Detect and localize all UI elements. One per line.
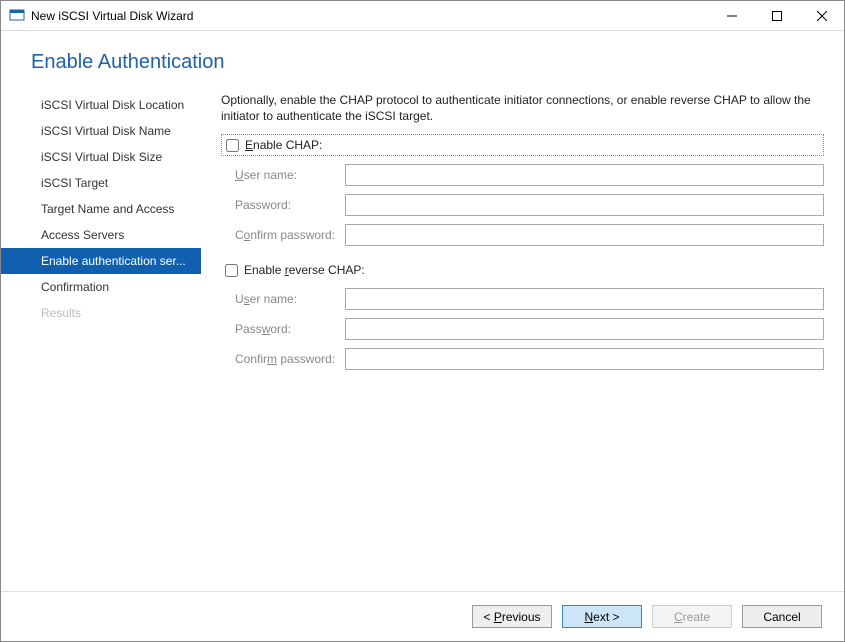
- enable-reverse-chap-checkbox[interactable]: [225, 264, 238, 277]
- chap-username-label: User name:: [235, 168, 345, 182]
- reverse-confirm-input[interactable]: [345, 348, 824, 370]
- chap-confirm-field: Confirm password:: [235, 224, 824, 246]
- reverse-username-field: User name:: [235, 288, 824, 310]
- step-confirmation[interactable]: Confirmation: [1, 274, 201, 300]
- reverse-chap-group: Enable reverse CHAP: User name: Password…: [221, 260, 824, 370]
- chap-password-input[interactable]: [345, 194, 824, 216]
- minimize-button[interactable]: [709, 1, 754, 31]
- body: iSCSI Virtual Disk Location iSCSI Virtua…: [1, 86, 844, 591]
- titlebar: New iSCSI Virtual Disk Wizard: [1, 1, 844, 31]
- chap-password-label: Password:: [235, 198, 345, 212]
- enable-reverse-chap-label: Enable reverse CHAP:: [244, 263, 365, 277]
- reverse-password-label: Password:: [235, 322, 345, 336]
- enable-chap-label: Enable CHAP:: [245, 138, 322, 152]
- enable-chap-row: Enable CHAP:: [221, 134, 824, 156]
- step-location[interactable]: iSCSI Virtual Disk Location: [1, 92, 201, 118]
- cancel-button[interactable]: Cancel: [742, 605, 822, 628]
- chap-username-input[interactable]: [345, 164, 824, 186]
- enable-reverse-chap-row: Enable reverse CHAP:: [221, 260, 824, 280]
- reverse-username-label: User name:: [235, 292, 345, 306]
- chap-username-field: User name:: [235, 164, 824, 186]
- reverse-confirm-label: Confirm password:: [235, 352, 345, 366]
- wizard-icon: [9, 8, 25, 24]
- enable-chap-checkbox[interactable]: [226, 139, 239, 152]
- reverse-confirm-field: Confirm password:: [235, 348, 824, 370]
- chap-confirm-input[interactable]: [345, 224, 824, 246]
- next-button[interactable]: Next >: [562, 605, 642, 628]
- content-area: Optionally, enable the CHAP protocol to …: [201, 86, 834, 591]
- previous-button[interactable]: < Previous: [472, 605, 552, 628]
- step-access-servers[interactable]: Access Servers: [1, 222, 201, 248]
- reverse-password-input[interactable]: [345, 318, 824, 340]
- step-target-name[interactable]: Target Name and Access: [1, 196, 201, 222]
- reverse-username-input[interactable]: [345, 288, 824, 310]
- page-header: Enable Authentication: [1, 31, 844, 86]
- step-size[interactable]: iSCSI Virtual Disk Size: [1, 144, 201, 170]
- chap-confirm-label: Confirm password:: [235, 228, 345, 242]
- maximize-button[interactable]: [754, 1, 799, 31]
- create-button: Create: [652, 605, 732, 628]
- page-title: Enable Authentication: [31, 51, 844, 74]
- chap-password-field: Password:: [235, 194, 824, 216]
- wizard-window: New iSCSI Virtual Disk Wizard Enable Aut…: [0, 0, 845, 642]
- chap-group: Enable CHAP: User name: Password: Confir…: [221, 134, 824, 246]
- footer: < Previous Next > Create Cancel: [1, 591, 844, 641]
- reverse-password-field: Password:: [235, 318, 824, 340]
- step-target[interactable]: iSCSI Target: [1, 170, 201, 196]
- wizard-steps: iSCSI Virtual Disk Location iSCSI Virtua…: [1, 86, 201, 591]
- description-text: Optionally, enable the CHAP protocol to …: [221, 92, 824, 124]
- step-results: Results: [1, 300, 201, 326]
- window-title: New iSCSI Virtual Disk Wizard: [31, 9, 709, 23]
- step-name[interactable]: iSCSI Virtual Disk Name: [1, 118, 201, 144]
- step-authentication[interactable]: Enable authentication ser...: [1, 248, 201, 274]
- close-button[interactable]: [799, 1, 844, 31]
